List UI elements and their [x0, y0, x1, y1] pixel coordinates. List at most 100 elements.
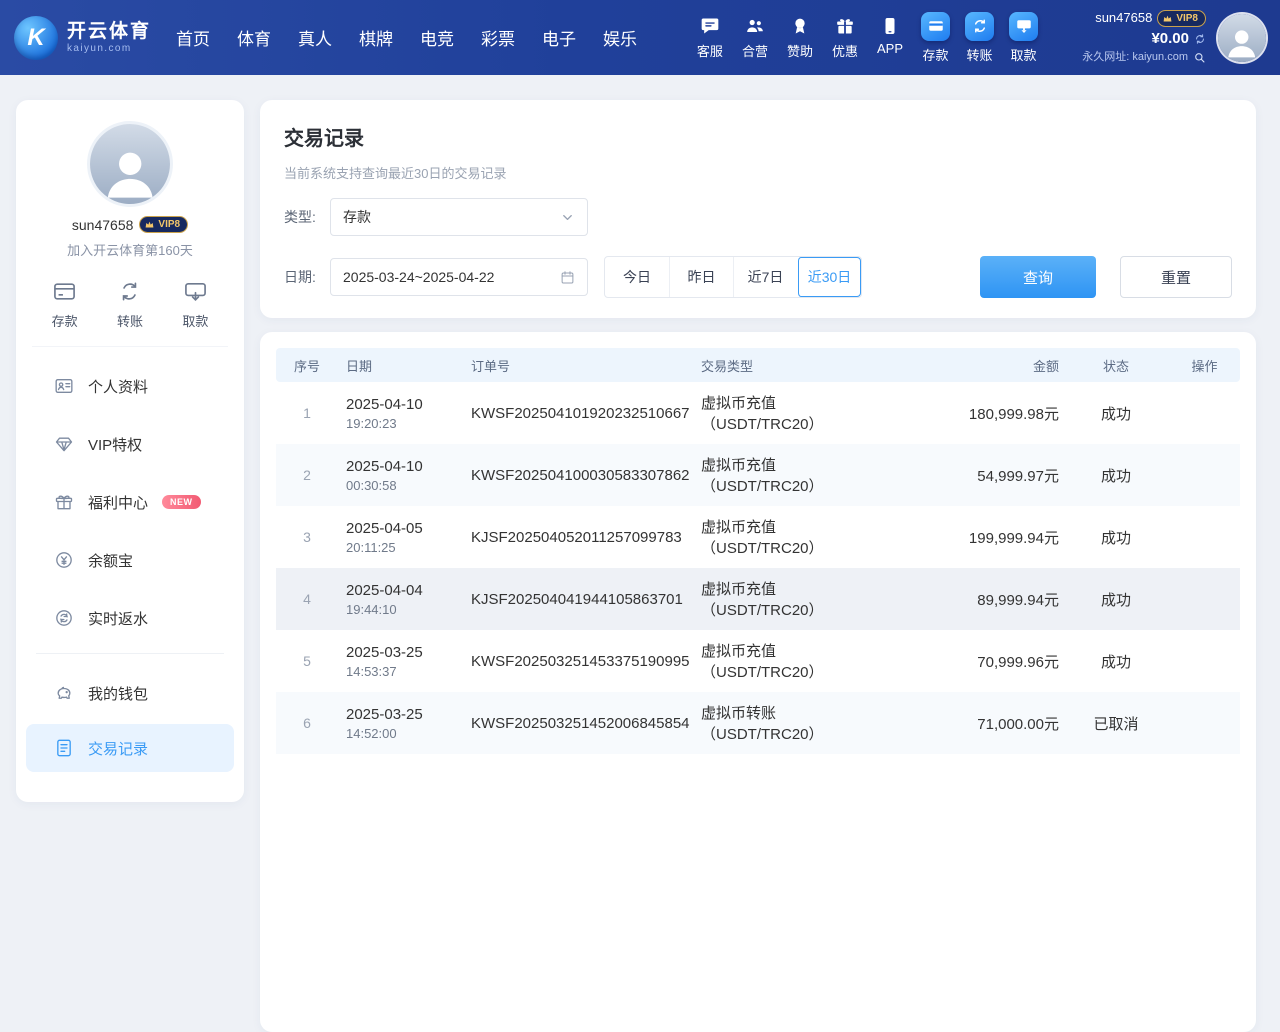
topbar-quick-item-5[interactable]: APP: [877, 16, 903, 60]
quick-action-label: 转账: [117, 311, 143, 330]
date-range-value: 2025-03-24~2025-04-22: [343, 269, 494, 285]
col-header-4: 交易类型: [695, 356, 891, 375]
user-avatar[interactable]: [1218, 14, 1266, 62]
row-index: 1: [276, 405, 338, 421]
row-order-no: KJSF202504052011257099783: [463, 529, 695, 546]
brand-logo-icon: K: [14, 16, 58, 60]
wallet-button-2[interactable]: 转账: [965, 12, 994, 64]
sidebar-item-profile[interactable]: 个人资料: [16, 357, 244, 415]
coin-icon: [54, 550, 74, 570]
col-header-1: 序号: [276, 356, 338, 375]
search-icon[interactable]: [1193, 51, 1206, 64]
row-type: 虚拟币充值（USDT/TRC20）: [695, 640, 891, 682]
table-row: 62025-03-2514:52:00KWSF20250325145200684…: [276, 692, 1240, 754]
type-filter-row: 类型: 存款: [284, 198, 1232, 236]
type-select-value: 存款: [343, 207, 371, 227]
row-date: 2025-03-2514:53:37: [338, 644, 463, 679]
refresh-balance-icon[interactable]: [1194, 33, 1206, 45]
table-row: 12025-04-1019:20:23KWSF20250410192023251…: [276, 382, 1240, 444]
date-range-input[interactable]: 2025-03-24~2025-04-22: [330, 258, 588, 296]
quick-date-1[interactable]: 今日: [605, 257, 669, 297]
idcard-icon: [54, 376, 74, 396]
quick-item-label: 客服: [697, 41, 723, 60]
sidebar-item-vip[interactable]: VIP特权: [16, 415, 244, 473]
nav-item-2[interactable]: 体育: [237, 25, 271, 50]
topbar-quick-item-1[interactable]: 客服: [697, 16, 723, 60]
row-order-no: KWSF202503251453375190995: [463, 653, 695, 670]
row-date: 2025-04-0419:44:10: [338, 582, 463, 617]
sidebar-quick-withdraw[interactable]: 取款: [182, 279, 208, 330]
topbar-quick-item-3[interactable]: 赞助: [787, 16, 813, 60]
balance-amount: ¥0.00: [1151, 28, 1189, 50]
row-type: 虚拟币充值（USDT/TRC20）: [695, 578, 891, 620]
nav-item-6[interactable]: 彩票: [481, 25, 515, 50]
row-amount: 54,999.97元: [891, 465, 1063, 486]
quick-date-4[interactable]: 近30日: [797, 257, 861, 297]
nav-item-1[interactable]: 首页: [176, 25, 210, 50]
sidebar-user-row: sun47658 VIP8: [16, 216, 244, 233]
row-amount: 70,999.96元: [891, 651, 1063, 672]
sidebar-avatar[interactable]: [90, 124, 170, 204]
menu-item-label: 交易记录: [88, 738, 148, 759]
row-type: 虚拟币充值（USDT/TRC20）: [695, 392, 891, 434]
nav-item-5[interactable]: 电竞: [420, 25, 454, 50]
type-select[interactable]: 存款: [330, 198, 588, 236]
col-header-5: 金额: [891, 356, 1063, 375]
app-icon: [880, 16, 900, 36]
brand-domain: kaiyun.com: [67, 43, 151, 55]
sidebar-quick-transfer[interactable]: 转账: [117, 279, 143, 330]
join-days-text: 加入开云体育第160天: [16, 240, 244, 259]
row-status: 成功: [1063, 527, 1169, 548]
topbar-quick-item-4[interactable]: 优惠: [832, 16, 858, 60]
row-index: 6: [276, 715, 338, 731]
quick-date-2[interactable]: 昨日: [669, 257, 733, 297]
wallet-button-1[interactable]: 存款: [921, 12, 950, 64]
date-filter-row: 日期: 2025-03-24~2025-04-22 今日昨日近7日近30日 查询…: [284, 256, 1232, 298]
sidebar-item-records[interactable]: 交易记录: [26, 724, 234, 772]
type-label: 类型:: [284, 207, 330, 227]
sidebar-item-rebate[interactable]: 实时返水: [16, 589, 244, 647]
filter-panel: 交易记录 当前系统支持查询最近30日的交易记录 类型: 存款 日期: 2025-…: [260, 100, 1256, 318]
sidebar-quick-actions: 存款转账 取款: [32, 279, 228, 347]
withdraw-icon: [1015, 17, 1033, 35]
transfer-outline-icon: [117, 279, 142, 304]
menu-item-label: 实时返水: [88, 608, 148, 629]
sidebar-quick-deposit[interactable]: 存款: [52, 279, 78, 330]
search-button[interactable]: 查询: [980, 256, 1096, 298]
reset-button[interactable]: 重置: [1120, 256, 1232, 298]
brand-title: 开云体育: [67, 21, 151, 43]
table-row: 42025-04-0419:44:10KJSF20250404194410586…: [276, 568, 1240, 630]
quick-date-3[interactable]: 近7日: [733, 257, 797, 297]
wallet-button-label: 取款: [1010, 45, 1036, 64]
wallet-button-tile: [1009, 12, 1038, 41]
row-type: 虚拟币转账（USDT/TRC20）: [695, 702, 891, 744]
nav-item-3[interactable]: 真人: [298, 25, 332, 50]
sidebar-item-welfare[interactable]: 福利中心NEW: [16, 473, 244, 531]
row-amount: 199,999.94元: [891, 527, 1063, 548]
row-index: 5: [276, 653, 338, 669]
withdraw-outline-icon: [183, 279, 208, 304]
partner-icon: [745, 16, 765, 36]
nav-item-4[interactable]: 棋牌: [359, 25, 393, 50]
sidebar-item-wallet[interactable]: 我的钱包: [16, 664, 244, 722]
chevron-down-icon: [560, 210, 575, 225]
row-status: 成功: [1063, 651, 1169, 672]
sidebar-item-yuebao[interactable]: 余额宝: [16, 531, 244, 589]
calendar-icon: [560, 270, 575, 285]
topbar-user-info: sun47658 VIP8 ¥0.00 永久网址: kaiyun.com: [1056, 9, 1206, 66]
table-body: 12025-04-1019:20:23KWSF20250410192023251…: [276, 382, 1240, 754]
wallet-button-label: 存款: [922, 45, 948, 64]
wallet-button-3[interactable]: 取款: [1009, 12, 1038, 64]
nav-item-8[interactable]: 娱乐: [603, 25, 637, 50]
date-label: 日期:: [284, 267, 330, 287]
nav-item-7[interactable]: 电子: [542, 25, 576, 50]
row-index: 2: [276, 467, 338, 483]
brand-logo[interactable]: K 开云体育 kaiyun.com: [14, 16, 162, 60]
promo-icon: [835, 16, 855, 36]
card-outline-icon: [52, 279, 77, 304]
page-title: 交易记录: [284, 122, 1232, 151]
person-icon: [1223, 24, 1260, 61]
row-status: 成功: [1063, 589, 1169, 610]
vip-badge: VIP8: [139, 216, 188, 233]
topbar-quick-item-2[interactable]: 合营: [742, 16, 768, 60]
